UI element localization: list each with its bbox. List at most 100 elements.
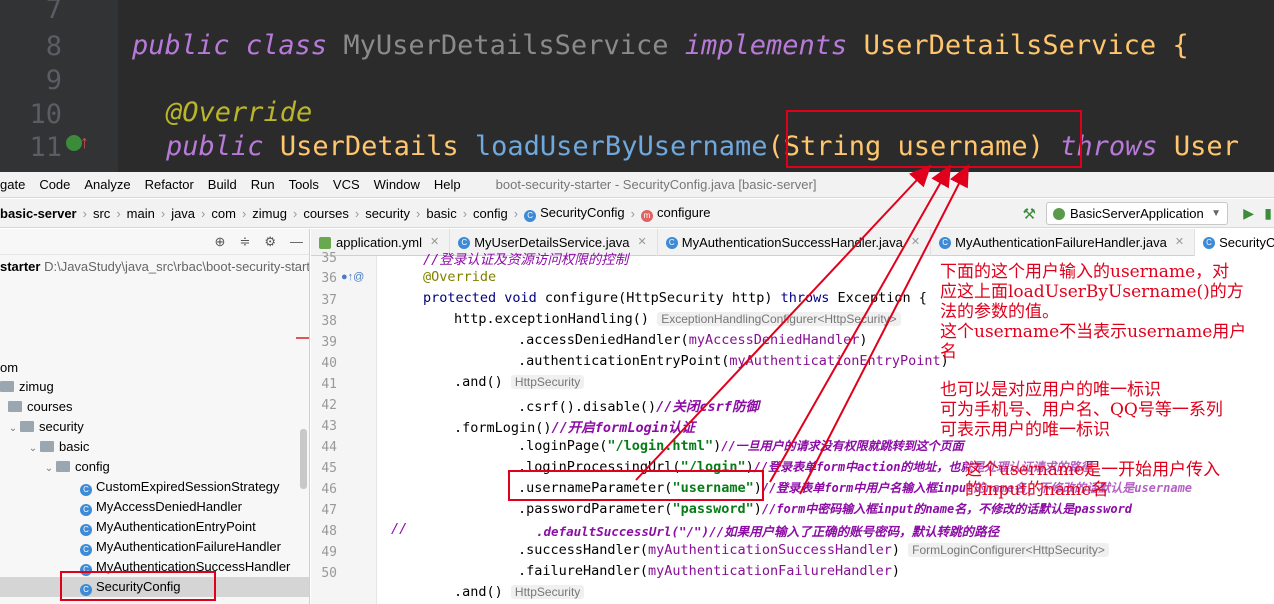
code-line-36a: @Override [423, 269, 497, 285]
breadcrumb-item[interactable]: basic [422, 206, 460, 221]
breadcrumb-item[interactable]: config [469, 206, 512, 221]
menu-window[interactable]: Window [367, 177, 427, 192]
minimize-icon[interactable]: — [290, 234, 303, 249]
breadcrumb-item[interactable]: courses [299, 206, 353, 221]
tab-myauthenticationfailurehandler[interactable]: C MyAuthenticationFailureHandler.java ✕ [931, 229, 1196, 256]
line-number: 9 [45, 65, 62, 96]
menu-tools[interactable]: Tools [282, 177, 326, 192]
code-line-47: // [391, 521, 408, 537]
override-gutter-icon[interactable]: ●↑@ [341, 271, 364, 283]
chevron-down-icon[interactable]: ⌄ [42, 459, 56, 479]
run-configuration-select[interactable]: BasicServerApplication ▼ [1046, 202, 1228, 225]
chevron-down-icon: ▼ [1211, 208, 1221, 219]
debug-icon[interactable]: ▮ [1264, 205, 1272, 222]
tab-securityconfig[interactable]: CSecurityConf [1195, 229, 1274, 256]
locate-icon[interactable]: ⊕ [215, 234, 226, 250]
menu-bar: gate Code Analyze Refactor Build Run Too… [0, 172, 1274, 198]
run-icon[interactable]: ▶ [1243, 205, 1254, 222]
menu-build[interactable]: Build [201, 177, 244, 192]
folder-icon [56, 461, 70, 472]
breadcrumb-module[interactable]: basic-server [0, 206, 81, 221]
class-icon: C [80, 564, 92, 576]
dark-code-line-11: public UserDetails loadUserByUsername(St… [166, 131, 1239, 162]
tree-item-com[interactable]: om [0, 358, 18, 378]
build-hammer-icon[interactable]: ⚒ [1023, 205, 1036, 223]
override-arrow-icon[interactable]: ↑ [80, 132, 89, 153]
close-icon[interactable]: ✕ [911, 229, 920, 256]
class-icon: C [80, 504, 92, 516]
editor-gutter: 35 36 ●↑@ 37 38 39 40 41 42 43 44 45 46 … [311, 251, 377, 604]
code-line-48: .successHandler(myAuthenticationSuccessH… [518, 542, 1109, 558]
line-number: 7 [45, 0, 62, 25]
chevron-down-icon[interactable]: ⌄ [6, 419, 20, 439]
breadcrumb-item[interactable]: security [361, 206, 414, 221]
line-number: 45 [321, 461, 337, 476]
tree-item-securityconfig-selected[interactable]: C SecurityConfig [0, 577, 309, 597]
project-root[interactable]: starter D:\JavaStudy\java_src\rbac\boot-… [0, 259, 309, 274]
line-number: 11 [29, 132, 62, 163]
line-number: 35 [321, 251, 337, 266]
breadcrumb-item[interactable]: zimug [248, 206, 291, 221]
tree-item-config[interactable]: ⌄ config [42, 457, 110, 477]
tree-item-class[interactable]: C MyAuthenticationEntryPoint [80, 517, 256, 537]
code-line-37: http.exceptionHandling() ExceptionHandli… [454, 311, 901, 327]
annotation-note-3: 这个username是一开始用户传入 的input的name名 [965, 460, 1221, 500]
class-icon: C [524, 209, 537, 222]
close-icon[interactable]: ✕ [638, 229, 647, 256]
code-line-38: .accessDeniedHandler(myAccessDeniedHandl… [518, 332, 868, 348]
gear-icon[interactable]: ⚙ [264, 234, 276, 250]
code-line-47b: .defaultSuccessUrl("/")//如果用户输入了正确的账号密码，… [536, 524, 1000, 539]
tree-item-zimug[interactable]: zimug [0, 377, 54, 397]
code-line-39: .authenticationEntryPoint(myAuthenticati… [518, 353, 949, 369]
breadcrumb-method[interactable]: m configure [637, 205, 714, 222]
menu-refactor[interactable]: Refactor [138, 177, 201, 192]
type-hint: HttpSecurity [510, 585, 585, 599]
tree-item-class[interactable]: C MyAccessDeniedHandler [80, 497, 242, 517]
code-line-41: .csrf().disable()//关闭csrf防御 [518, 399, 759, 415]
project-scrollbar[interactable] [300, 429, 307, 489]
class-icon: C [665, 236, 678, 249]
tree-item-security[interactable]: ⌄ security [6, 417, 84, 437]
breadcrumb-item[interactable]: com [207, 206, 240, 221]
code-line-43: .loginPage("/login.html")//一旦用户的请求没有权限就跳… [518, 438, 964, 454]
menu-run[interactable]: Run [244, 177, 282, 192]
line-number: 36 [321, 271, 337, 286]
line-number: 43 [321, 419, 337, 434]
tree-item-class[interactable]: C MyAuthenticationSuccessHandler [80, 557, 290, 577]
breadcrumb-item[interactable]: main [123, 206, 159, 221]
tab-myauthenticationsuccesshandler[interactable]: C MyAuthenticationSuccessHandler.java ✕ [658, 229, 932, 256]
breadcrumb-item[interactable]: src [89, 206, 114, 221]
code-line-49: .failureHandler(myAuthenticationFailureH… [518, 563, 901, 579]
menu-code[interactable]: Code [32, 177, 77, 192]
line-number: 37 [321, 293, 337, 308]
collapse-icon[interactable]: ≑ [239, 234, 250, 250]
type-hint: HttpSecurity [510, 375, 585, 389]
folder-icon [8, 401, 22, 412]
tree-item-courses[interactable]: courses [8, 397, 73, 417]
menu-vcs[interactable]: VCS [326, 177, 367, 192]
folder-icon [40, 441, 54, 452]
run-configuration-label: BasicServerApplication [1070, 206, 1204, 221]
tree-item-class[interactable]: C MyAuthenticationFailureHandler [80, 537, 281, 557]
project-panel: ⊕ ≑ ⚙ — starter D:\JavaStudy\java_src\rb… [0, 229, 310, 604]
menu-help[interactable]: Help [427, 177, 468, 192]
class-icon: C [458, 236, 471, 249]
tree-item-class[interactable]: C CustomExpiredSessionStrategy [80, 477, 280, 497]
error-marker [296, 337, 309, 339]
close-icon[interactable]: ✕ [1175, 229, 1184, 256]
line-number: 49 [321, 545, 337, 560]
breadcrumb-item[interactable]: java [167, 206, 199, 221]
breadcrumb-class[interactable]: C SecurityConfig [520, 205, 629, 222]
class-icon: C [80, 544, 92, 556]
code-line-50: .and() HttpSecurity [454, 584, 585, 600]
folder-icon [0, 381, 14, 392]
dark-code-preview: 7 8 9 10 11 ↑ public class MyUserDetails… [0, 0, 1274, 172]
tree-item-basic[interactable]: ⌄ basic [26, 437, 90, 459]
menu-analyze[interactable]: Analyze [77, 177, 137, 192]
menu-navigate[interactable]: gate [0, 177, 32, 192]
dark-code-line-8: public class MyUserDetailsService implem… [132, 30, 1189, 61]
navigation-bar: basic-server › src › main › java › com › zimu… [0, 199, 1274, 228]
chevron-down-icon[interactable]: ⌄ [26, 439, 40, 459]
type-hint: FormLoginConfigurer<HttpSecurity> [908, 543, 1109, 557]
project-toolbar: ⊕ ≑ ⚙ — [0, 229, 309, 255]
